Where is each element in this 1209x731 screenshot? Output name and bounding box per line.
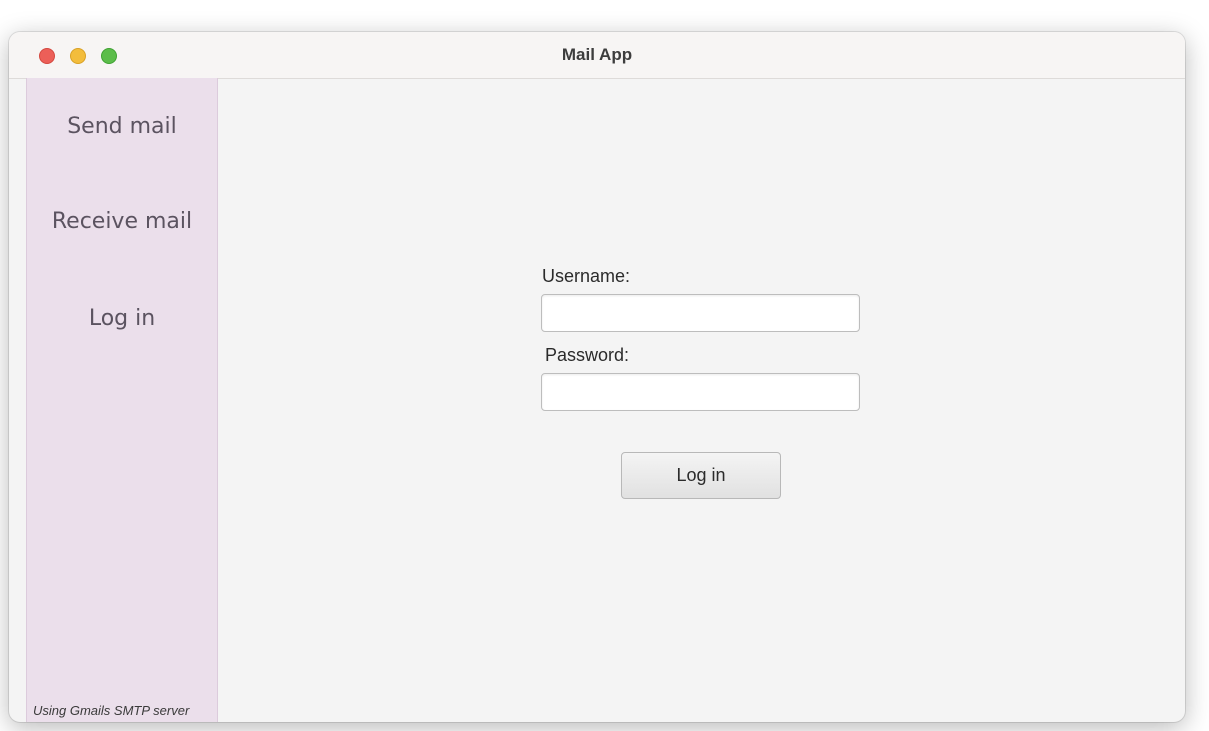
minimize-window-button[interactable] xyxy=(70,48,86,64)
password-label: Password: xyxy=(545,345,630,365)
sidebar-item-log-in[interactable]: Log in xyxy=(27,306,217,331)
smtp-server-note: Using Gmails SMTP server xyxy=(33,703,190,718)
password-input[interactable] xyxy=(541,373,860,411)
zoom-window-button[interactable] xyxy=(101,48,117,64)
username-input[interactable] xyxy=(541,294,860,332)
close-window-button[interactable] xyxy=(39,48,55,64)
log-in-button[interactable]: Log in xyxy=(621,452,781,499)
sidebar-item-send-mail[interactable]: Send mail xyxy=(27,114,217,139)
window-title: Mail App xyxy=(561,45,633,64)
sidebar: Send mail Receive mail Log in Using Gmai… xyxy=(26,78,218,722)
title-bar[interactable]: Mail App xyxy=(9,32,1185,79)
mail-app-window: Mail App Send mail Receive mail Log in U… xyxy=(9,32,1185,722)
sidebar-item-receive-mail[interactable]: Receive mail xyxy=(27,209,217,234)
username-label: Username: xyxy=(542,266,631,286)
